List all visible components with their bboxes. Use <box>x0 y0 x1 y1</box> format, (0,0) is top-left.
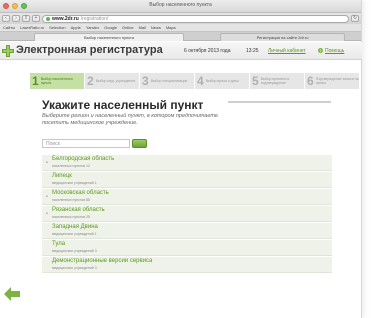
bookmark-item[interactable]: Maps <box>166 25 176 30</box>
tab-strip: Выбор населенного пункта Регистрация на … <box>0 32 361 41</box>
url-field[interactable]: www.2dr.ru /registration/ <box>42 14 349 23</box>
region-name: Тула <box>52 241 66 247</box>
browser-window: Выбор населенного пункта ‹ › ⇧ + www.2dr… <box>0 0 362 318</box>
step-number: 4 <box>197 74 204 88</box>
title-divider <box>228 101 331 103</box>
region-count: населенных пунктов 88 <box>52 198 90 202</box>
help-icon[interactable]: ? <box>318 48 323 53</box>
url-host: www.2dr.ru <box>52 15 79 22</box>
bookmark-item[interactable]: Online <box>122 25 134 30</box>
bookmark-item[interactable]: Mail <box>139 25 146 30</box>
page-title: Укажите населенный пункт <box>42 98 204 112</box>
share-icon[interactable]: ⇧ <box>22 15 30 22</box>
step-6: 6 Подтверждение записи на прием <box>305 73 360 89</box>
site-title: Электронная регистратура <box>16 44 163 56</box>
site-header: Электронная регистратура 6 октября 2013 … <box>0 42 362 60</box>
add-icon[interactable]: + <box>32 15 40 22</box>
bookmark-item[interactable]: News <box>151 25 161 30</box>
region-count: медицинских учреждений 1 <box>52 232 97 236</box>
region-name: Московская область <box>52 190 109 196</box>
bookmark-item[interactable]: Yandex <box>86 25 99 30</box>
step-label: Подтверждение записи на прием <box>315 77 359 85</box>
bookmark-item[interactable]: Сайты <box>3 25 15 30</box>
region-name: Демонстрационные версии сервиса <box>52 258 153 264</box>
header-time: 13:25 <box>246 48 259 54</box>
bookmark-item[interactable]: Selection <box>49 25 65 30</box>
region-name: Липецк <box>52 173 72 179</box>
region-item[interactable]: Рязанская область населенных пунктов 25 <box>42 206 332 222</box>
region-count: населенных пунктов 25 <box>52 215 90 219</box>
bookmark-item[interactable]: LaserRatio.ru <box>20 25 44 30</box>
forward-icon[interactable]: › <box>12 15 20 22</box>
region-name: Белгородская область <box>52 156 115 162</box>
step-label: Выбор времени и подтверждение <box>260 77 290 85</box>
step-label: Выбор специализации <box>150 79 188 83</box>
back-icon[interactable]: ‹ <box>2 15 10 22</box>
region-count: медицинских учреждений 3 <box>52 249 97 253</box>
title-bar: Выбор населенного пункта <box>0 0 361 13</box>
step-number: 2 <box>87 74 94 88</box>
wizard-steps: 1 Выбор населенного пункта 2 Выбор мед. … <box>30 73 360 89</box>
step-number: 6 <box>307 74 314 88</box>
region-item[interactable]: Белгородская область населенных пунктов … <box>42 155 332 171</box>
region-list: Белгородская область населенных пунктов … <box>42 155 332 274</box>
region-item[interactable]: Западная Двина медицинских учреждений 1 <box>42 223 332 239</box>
step-label: Выбор врача и даты <box>205 79 239 83</box>
region-name: Рязанская область <box>52 207 105 213</box>
page-subtitle: Выберите регион и населенный пункт, в ко… <box>42 113 218 126</box>
region-name: Западная Двина <box>52 224 98 230</box>
header-date: 6 октября 2013 года <box>184 48 231 54</box>
region-count: медицинских учреждений 3 <box>52 266 97 270</box>
step-number: 5 <box>252 74 259 88</box>
back-arrow-icon[interactable] <box>4 287 20 301</box>
address-bar: ‹ › ⇧ + www.2dr.ru /registration/ ↻ <box>0 13 361 24</box>
region-item[interactable]: Тула медицинских учреждений 3 <box>42 240 332 256</box>
step-label: Выбор населенного пункта <box>40 77 73 85</box>
window-title: Выбор населенного пункта <box>149 2 212 8</box>
bookmark-item[interactable]: Apple <box>71 25 81 30</box>
help-link[interactable]: Помощь <box>325 48 344 54</box>
tab-active[interactable]: Выбор населенного пункта <box>34 33 184 41</box>
medical-cross-logo-icon <box>2 45 14 57</box>
step-label: Выбор мед. учреждения <box>95 79 136 83</box>
reload-icon[interactable]: ↻ <box>351 15 359 22</box>
search-input[interactable] <box>42 139 130 148</box>
region-item[interactable]: Липецк медицинских учреждений 1 <box>42 172 332 188</box>
region-item[interactable]: Московская область населенных пунктов 88 <box>42 189 332 205</box>
bookmarks-bar: Сайты LaserRatio.ru Selection Apple Yand… <box>0 24 361 32</box>
search-button[interactable] <box>132 139 147 148</box>
step-3: 3 Выбор специализации <box>140 73 195 89</box>
step-1[interactable]: 1 Выбор населенного пункта <box>30 73 85 89</box>
step-2: 2 Выбор мед. учреждения <box>85 73 140 89</box>
tab-inactive[interactable]: Регистрация на сайте 2dr.ru <box>220 33 345 41</box>
site-icon <box>46 16 50 21</box>
url-path: /registration/ <box>80 15 109 22</box>
region-item[interactable]: Демонстрационные версии сервиса медицинс… <box>42 257 332 273</box>
bookmark-item[interactable]: Google <box>104 25 117 30</box>
personal-cabinet-link[interactable]: Личный кабинет <box>268 48 306 54</box>
step-4: 4 Выбор врача и даты <box>195 73 250 89</box>
region-count: медицинских учреждений 1 <box>52 181 97 185</box>
region-count: населенных пунктов 12 <box>52 164 90 168</box>
step-number: 1 <box>32 74 39 88</box>
step-number: 3 <box>142 74 149 88</box>
step-5: 5 Выбор времени и подтверждение <box>250 73 305 89</box>
